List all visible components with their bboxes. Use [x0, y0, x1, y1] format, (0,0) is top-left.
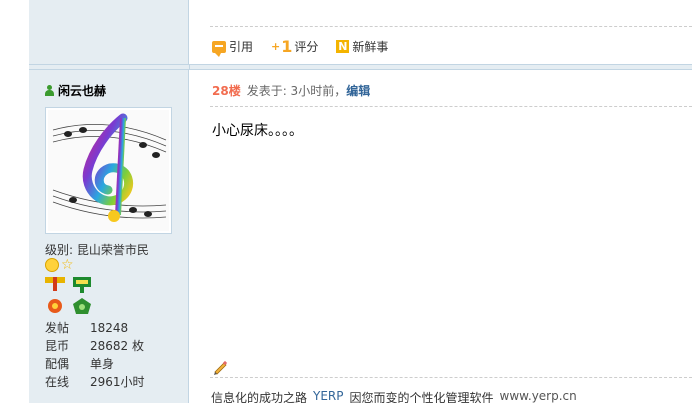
rate-button[interactable]: + 1 评分 — [271, 38, 318, 55]
post-content: 小心尿床。。。。 — [212, 123, 303, 139]
plus-one-icon: 1 — [281, 36, 293, 56]
medal-icon — [72, 277, 91, 293]
divider — [210, 26, 692, 27]
floor-number[interactable]: 28楼 — [212, 82, 241, 99]
signature-brand: YERP — [313, 389, 344, 403]
star-icon: ☆ — [61, 257, 74, 273]
medal-icon — [72, 298, 91, 314]
stat-key: 昆币 — [45, 339, 70, 353]
online-user-icon — [45, 85, 54, 96]
stat-coins: 昆币 28682 枚 — [45, 337, 145, 355]
quote-label: 引用 — [229, 40, 254, 54]
username: 闲云也赫 — [58, 84, 107, 98]
rank-stars: ☆ — [45, 258, 74, 272]
signature-divider — [210, 377, 692, 378]
news-icon: N — [336, 40, 350, 53]
post-header: 28楼 发表于: 3小时前， 编辑 — [212, 82, 370, 99]
stat-value: 2961小时 — [90, 375, 145, 389]
news-button[interactable]: N 新鲜事 — [336, 38, 388, 55]
medals — [45, 277, 95, 319]
medal-icon — [45, 277, 65, 291]
rate-label: 评分 — [294, 40, 319, 54]
stat-value: 28682 枚 — [90, 339, 144, 353]
news-label: 新鲜事 — [352, 40, 389, 54]
smiley-icon — [45, 258, 59, 272]
stat-posts: 发帖 18248 — [45, 319, 145, 337]
level-label: 级别: — [45, 243, 74, 257]
avatar[interactable] — [45, 107, 172, 234]
stat-key: 在线 — [45, 375, 70, 389]
post-actions: 引用 + 1 评分 N 新鲜事 — [212, 38, 406, 57]
user-stats: 发帖 18248 昆币 28682 枚 配偶 单身 在线 2961小时 — [45, 319, 145, 391]
signature: 信息化的成功之路 YERP 因您而变的个性化管理软件 www.yerp.cn — [211, 389, 583, 403]
quote-icon — [212, 40, 226, 57]
user-level: 级别: 昆山荣誉市民 — [45, 241, 149, 258]
quote-button[interactable]: 引用 — [212, 38, 254, 57]
post-time: 发表于: 3小时前， — [246, 84, 347, 98]
post-separator — [29, 64, 692, 70]
stat-key: 配偶 — [45, 357, 70, 371]
username-link[interactable]: 闲云也赫 — [45, 82, 106, 99]
medal-icon — [48, 299, 62, 313]
stat-spouse: 配偶 单身 — [45, 355, 145, 373]
stat-value: 单身 — [90, 357, 115, 371]
post-header-divider — [210, 106, 692, 107]
signature-slogan: 因您而变的个性化管理软件 — [349, 391, 494, 403]
music-note-avatar-image — [48, 110, 169, 231]
signature-text: 信息化的成功之路 — [211, 391, 308, 403]
signature-url: www.yerp.cn — [499, 389, 577, 403]
pencil-icon — [214, 360, 228, 375]
level-value: 昆山荣誉市民 — [76, 243, 149, 257]
stat-key: 发帖 — [45, 321, 70, 335]
plus-icon: + — [271, 40, 281, 53]
stat-online: 在线 2961小时 — [45, 373, 145, 391]
edit-link[interactable]: 编辑 — [346, 82, 370, 99]
stat-value[interactable]: 18248 — [90, 319, 128, 337]
